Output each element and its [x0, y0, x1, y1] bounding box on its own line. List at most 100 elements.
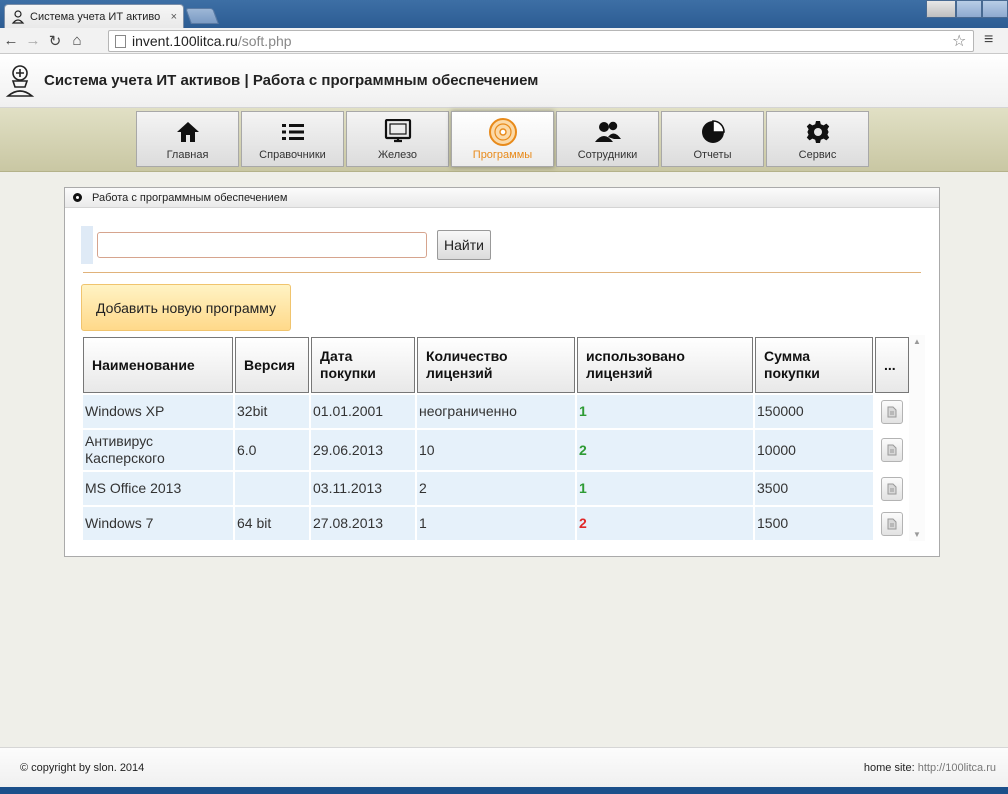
panel-title: Работа с программным обеспечением [92, 191, 288, 204]
cell-date: 27.08.2013 [311, 507, 415, 540]
site-title: Система учета ИТ активов | Работа с прог… [44, 72, 539, 89]
nav-label: Программы [472, 149, 533, 161]
table-row[interactable]: Windows XP 32bit 01.01.2001 неограниченн… [83, 395, 909, 428]
back-arrow-icon[interactable]: ← [0, 32, 22, 49]
nav-label: Сервис [798, 149, 837, 161]
users-icon [594, 119, 622, 145]
nav-label: Железо [377, 149, 418, 161]
edit-document-button[interactable] [881, 476, 903, 501]
nav-employees[interactable]: Сотрудники [556, 111, 659, 167]
list-icon [281, 119, 305, 145]
search-input[interactable] [97, 232, 427, 258]
document-icon [887, 406, 897, 417]
col-used-licenses[interactable]: использовано лицензий [577, 337, 753, 393]
page-viewport: Система учета ИТ активов | Работа с прог… [0, 54, 1008, 794]
scroll-up-icon[interactable]: ▲ [913, 337, 921, 346]
main-nav: Главная Справочники Железо Программы Сот… [0, 108, 1008, 172]
address-bar[interactable]: invent.100litca.ru/soft.php [108, 30, 974, 52]
monitor-icon [384, 119, 412, 145]
edit-document-button[interactable] [881, 438, 903, 462]
software-table-wrap: Наименование Версия Дата покупки Количес… [81, 335, 925, 541]
tab-title: Система учета ИТ активо [30, 10, 161, 23]
url-path: /soft.php [237, 33, 292, 49]
home-site: home site: http://100litca.ru [864, 762, 996, 774]
table-row[interactable]: Антивирус Касперского 6.0 29.06.2013 10 … [83, 430, 909, 470]
maximize-button[interactable] [956, 0, 982, 18]
browser-menu-icon[interactable]: ≡ [984, 31, 993, 49]
cell-action [875, 395, 909, 428]
cell-name: MS Office 2013 [83, 472, 233, 505]
cell-sum: 150000 [755, 395, 873, 428]
nav-hardware[interactable]: Железо [346, 111, 449, 167]
home-site-label: home site: [863, 761, 915, 774]
minimize-button[interactable] [926, 0, 956, 18]
forward-arrow-icon[interactable]: → [22, 32, 44, 49]
browser-tabstrip: Система учета ИТ активо × [0, 0, 1008, 28]
cell-licenses: 2 [417, 472, 575, 505]
add-program-button[interactable]: Добавить новую программу [81, 284, 292, 331]
nav-directories[interactable]: Справочники [241, 111, 344, 167]
close-window-button[interactable] [982, 0, 1008, 18]
cell-licenses: неограниченно [417, 395, 575, 428]
browser-tab[interactable]: Система учета ИТ активо × [4, 4, 184, 28]
edit-document-button[interactable] [881, 511, 903, 536]
nav-service[interactable]: Сервис [766, 111, 869, 167]
cell-version [235, 472, 309, 505]
site-logo-icon [4, 61, 36, 101]
col-purchase-date[interactable]: Дата покупки [311, 337, 415, 393]
home-icon [176, 119, 200, 145]
site-header: Система учета ИТ активов | Работа с прог… [0, 54, 1008, 108]
copyright-text: © copyright by slon. 2014 [20, 761, 145, 774]
cell-action [875, 430, 909, 470]
new-tab-button[interactable] [185, 8, 219, 24]
cell-version: 32bit [235, 395, 309, 428]
cell-used: 1 [577, 472, 753, 505]
panel-bullet-icon [73, 193, 82, 202]
scroll-down-icon[interactable]: ▼ [913, 530, 921, 539]
search-accent [81, 226, 93, 264]
col-actions[interactable]: ... [875, 337, 909, 393]
document-icon [887, 518, 897, 529]
search-row: Найти [81, 226, 491, 264]
cell-version: 64 bit [235, 507, 309, 540]
table-row[interactable]: MS Office 2013 03.11.2013 2 1 3500 [83, 472, 909, 505]
tab-close-icon[interactable]: × [171, 11, 177, 23]
home-site-link[interactable]: http://100litca.ru [918, 762, 996, 774]
gear-icon [806, 119, 830, 145]
table-row[interactable]: Windows 7 64 bit 27.08.2013 1 2 1500 [83, 507, 909, 540]
col-version[interactable]: Версия [235, 337, 309, 393]
nav-home[interactable]: Главная [136, 111, 239, 167]
disc-icon [488, 118, 518, 146]
col-name[interactable]: Наименование [83, 337, 233, 393]
nav-label: Главная [166, 149, 209, 161]
cell-sum: 1500 [755, 507, 873, 540]
nav-label: Сотрудники [577, 149, 638, 161]
cell-date: 03.11.2013 [311, 472, 415, 505]
cell-name: Антивирус Касперского [83, 430, 233, 470]
cell-date: 29.06.2013 [311, 430, 415, 470]
page-icon [115, 34, 126, 48]
table-scrollbar[interactable]: ▲ ▼ [909, 335, 925, 541]
nav-software[interactable]: Программы [451, 111, 554, 167]
nav-label: Справочники [259, 149, 326, 161]
home-page-icon[interactable]: ⌂ [66, 32, 88, 49]
cell-used: 2 [577, 430, 753, 470]
cell-sum: 3500 [755, 472, 873, 505]
cell-used: 2 [577, 507, 753, 540]
nav-reports[interactable]: Отчеты [661, 111, 764, 167]
cell-name: Windows 7 [83, 507, 233, 540]
search-button[interactable]: Найти [437, 230, 491, 260]
cell-action [875, 472, 909, 505]
site-favicon-icon [11, 9, 25, 24]
edit-document-button[interactable] [881, 399, 903, 424]
table-header-row: Наименование Версия Дата покупки Количес… [83, 337, 909, 393]
bookmark-star-icon[interactable]: ☆ [952, 31, 966, 51]
reload-icon[interactable]: ↻ [44, 32, 66, 50]
nav-label: Отчеты [693, 149, 732, 161]
cell-licenses: 10 [417, 430, 575, 470]
cell-sum: 10000 [755, 430, 873, 470]
software-table: Наименование Версия Дата покупки Количес… [81, 335, 911, 542]
col-purchase-sum[interactable]: Сумма покупки [755, 337, 873, 393]
col-license-count[interactable]: Количество лицензий [417, 337, 575, 393]
panel-header: Работа с программным обеспечением [65, 188, 939, 208]
